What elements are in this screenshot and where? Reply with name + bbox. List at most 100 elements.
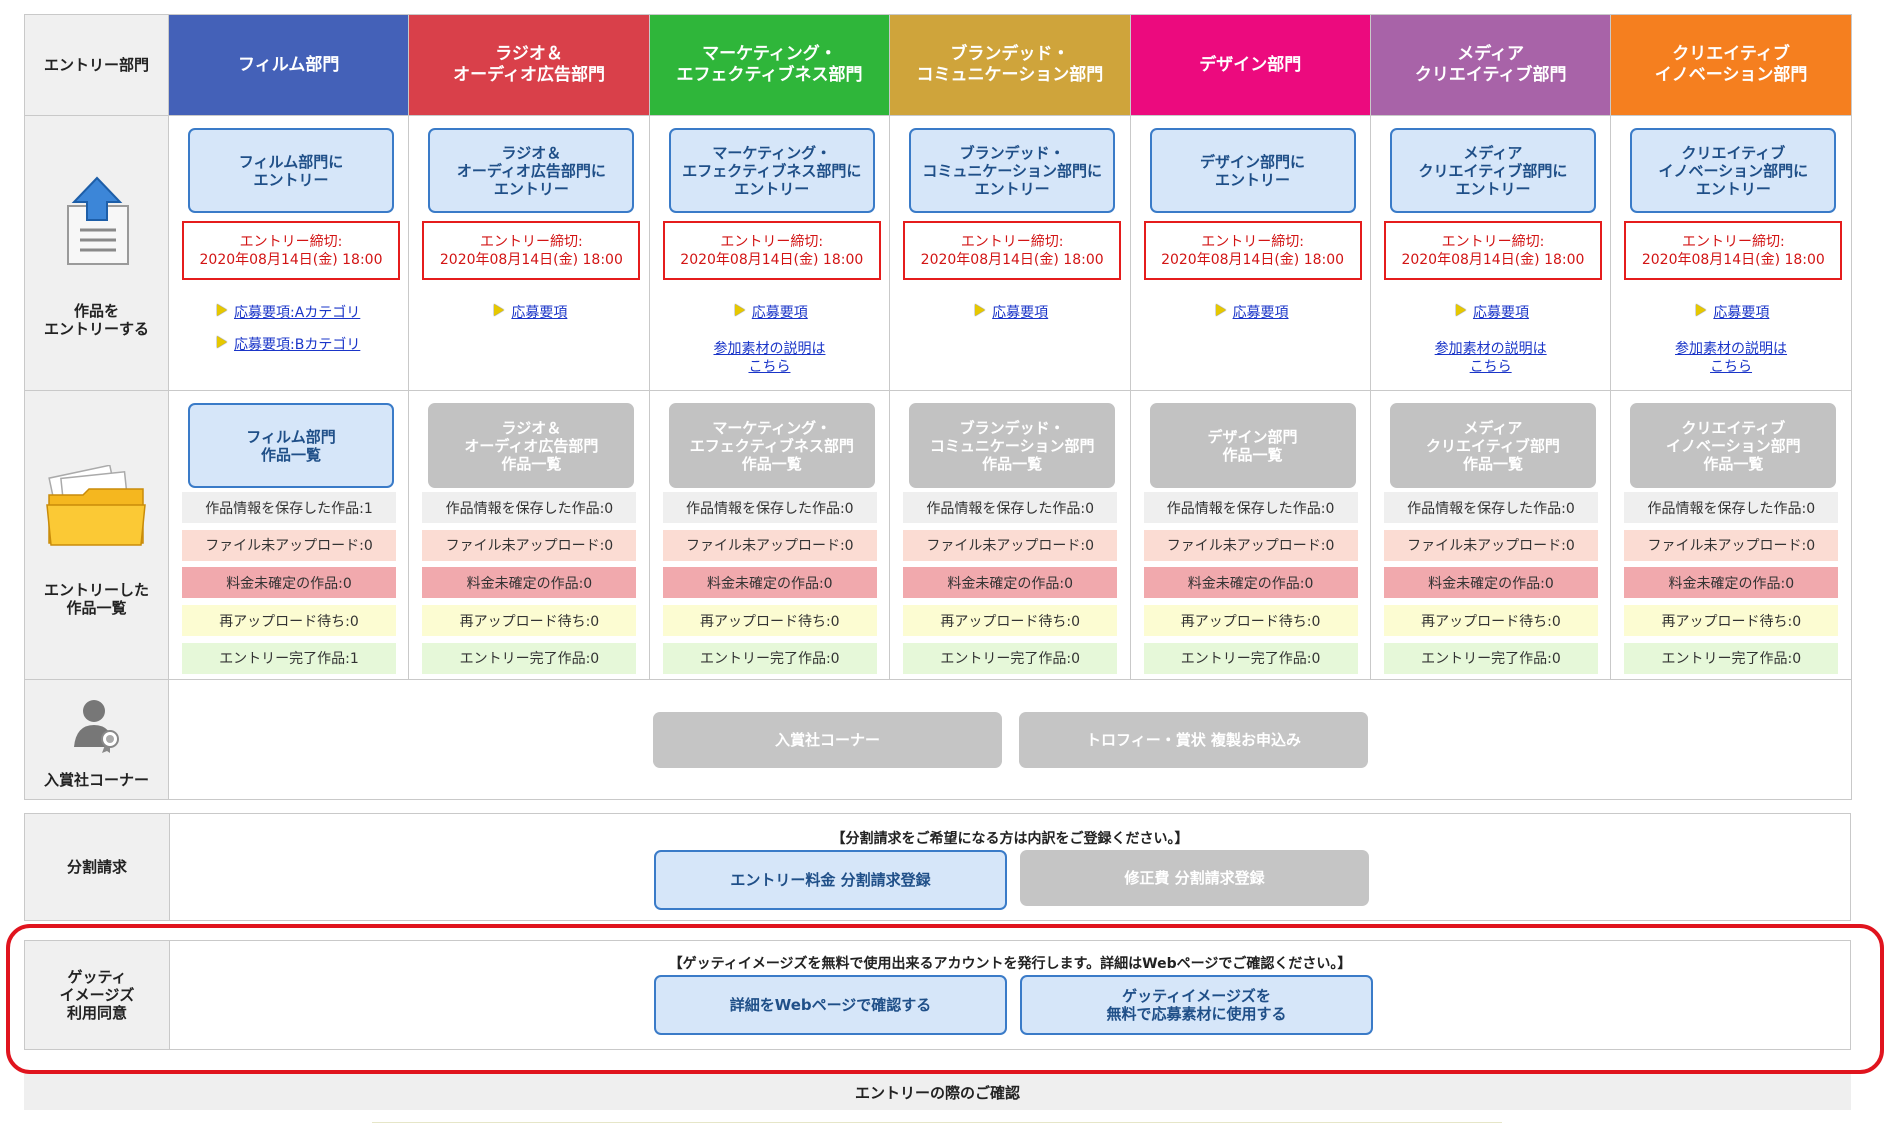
status-radio-audio-4: 再アップロード待ち:0: [422, 605, 637, 637]
deadline-media-creative-line-1: エントリー締切:: [1441, 233, 1545, 250]
work-list-button-creative-innovation[interactable]: クリエイティブ イノベーション部門 作品一覧: [1630, 403, 1837, 488]
guidelines-link-film-1[interactable]: 応募要項:Aカテゴリ: [234, 302, 360, 322]
entry-button-media-creative[interactable]: メディア クリエイティブ部門に エントリー: [1389, 128, 1596, 213]
entry-button-creative-innovation-line-2: イノベーション部門に: [1658, 161, 1809, 180]
status-branded-communication-4: 再アップロード待ち:0: [903, 605, 1118, 637]
category-header-marketing-effectiveness: マーケティング・ エフェクティブネス部門: [649, 15, 891, 116]
status-media-creative-4: 再アップロード待ち:0: [1383, 605, 1598, 637]
award-person-icon: [72, 697, 122, 757]
guidelines-link-creative-innovation-1[interactable]: 応募要項: [1713, 302, 1769, 322]
status-media-creative-2: ファイル未アップロード:0: [1383, 529, 1598, 561]
work-list-radio-audio-line-1: ラジオ＆: [501, 418, 562, 437]
status-film-1: 作品情報を保存した作品:1: [182, 492, 396, 523]
entry-cell-branded-communication: ブランデッド・ コミュニケーション部門に エントリー エントリー締切: 2020年08月…: [890, 116, 1131, 391]
work-list-button-marketing-effectiveness[interactable]: マーケティング・ エフェクティブネス部門 作品一覧: [668, 403, 875, 488]
status-branded-communication-2: ファイル未アップロード:0: [903, 529, 1118, 561]
work-list-button-media-creative[interactable]: メディア クリエイティブ部門 作品一覧: [1389, 403, 1596, 488]
entry-button-radio-audio-line-1: ラジオ＆: [501, 143, 562, 162]
guidelines-link-radio-audio-1[interactable]: 応募要項: [511, 302, 567, 322]
entry-confirmation-bar: エントリーの際のご確認: [24, 1074, 1851, 1110]
guidelines-link-marketing-effectiveness-1[interactable]: 応募要項: [752, 302, 808, 322]
work-list-button-radio-audio[interactable]: ラジオ＆ オーディオ広告部門 作品一覧: [428, 403, 635, 488]
list-cell-radio-audio: ラジオ＆ オーディオ広告部門 作品一覧作品情報を保存した作品:0 ファイル未アップロー…: [409, 391, 650, 680]
status-radio-audio-5: エントリー完了作品:0: [422, 642, 637, 674]
entry-button-film[interactable]: フィルム部門に エントリー: [188, 128, 394, 213]
winners-label-text: 入賞社コーナー: [43, 770, 149, 789]
status-design-5: エントリー完了作品:0: [1143, 642, 1358, 674]
deadline-marketing-effectiveness-line-2: 2020年08月14日(金) 18:00: [680, 251, 864, 268]
entry-deadline-radio-audio: エントリー締切: 2020年08月14日(金) 18:00: [422, 221, 641, 280]
category-header-film-line-1: フィルム部門: [238, 54, 340, 75]
entry-fee-split-billing-button[interactable]: エントリー料金 分割請求登録: [654, 850, 1007, 910]
materials-media-creative-line-2: こちら: [1469, 359, 1512, 375]
materials-creative-innovation-line-1: 参加素材の説明は: [1675, 341, 1788, 357]
getty-use-free-button[interactable]: ゲッティイメージズを 無料で応募素材に使用する: [1020, 975, 1373, 1035]
entry-button-marketing-effectiveness[interactable]: マーケティング・ エフェクティブネス部門に エントリー: [668, 128, 875, 213]
entry-button-radio-audio[interactable]: ラジオ＆ オーディオ広告部門に エントリー: [428, 128, 635, 213]
work-list-film-line-2: 作品一覧: [260, 445, 321, 464]
guidelines-link-branded-communication-1[interactable]: 応募要項: [992, 302, 1048, 322]
work-list-radio-audio-line-3: 作品一覧: [501, 454, 562, 473]
trophy-certificate-copy-button[interactable]: トロフィー・賞状 複製お申込み: [1019, 712, 1368, 768]
getty-use-line2: 無料で応募素材に使用する: [1106, 1005, 1287, 1023]
status-film-5: エントリー完了作品:1: [182, 642, 396, 674]
status-creative-innovation-1: 作品情報を保存した作品:0: [1624, 492, 1839, 523]
status-film-3: 料金未確定の作品:0: [182, 567, 396, 599]
deadline-creative-innovation-line-2: 2020年08月14日(金) 18:00: [1641, 251, 1825, 268]
deadline-design-line-1: エントリー締切:: [1201, 233, 1304, 250]
entry-button-branded-communication[interactable]: ブランデッド・ コミュニケーション部門に エントリー: [909, 128, 1116, 213]
arrow-right-icon: [217, 336, 227, 348]
arrow-right-icon: [1455, 304, 1466, 316]
entry-button-creative-innovation[interactable]: クリエイティブ イノベーション部門に エントリー: [1630, 128, 1837, 213]
guidelines-link-media-creative-1[interactable]: 応募要項: [1473, 302, 1529, 322]
materials-link-media-creative[interactable]: 参加素材の説明は こちら: [1371, 340, 1610, 376]
entry-deadline-creative-innovation: エントリー締切: 2020年08月14日(金) 18:00: [1624, 221, 1843, 280]
entry-button-branded-communication-line-2: コミュニケーション部門に: [922, 161, 1103, 180]
split-billing-section: 分割請求 【分割請求をご希望になる方は内訳をご登録ください。】 エントリー料金 …: [24, 813, 1851, 921]
status-radio-audio-2: ファイル未アップロード:0: [422, 529, 637, 561]
correction-fee-split-billing-button[interactable]: 修正費 分割請求登録: [1020, 850, 1369, 906]
category-header-design: デザイン部門: [1130, 15, 1371, 116]
work-list-creative-innovation-line-3: 作品一覧: [1703, 454, 1764, 473]
work-list-media-creative-line-3: 作品一覧: [1462, 454, 1523, 473]
status-design-3: 料金未確定の作品:0: [1143, 567, 1358, 599]
category-header-radio-audio-line-2: オーディオ広告部門: [453, 65, 605, 85]
entry-button-branded-communication-line-1: ブランデッド・: [959, 143, 1065, 162]
list-cell-creative-innovation: クリエイティブ イノベーション部門 作品一覧作品情報を保存した作品:0 ファイル未アッ…: [1611, 391, 1852, 680]
work-list-branded-communication-line-3: 作品一覧: [982, 454, 1043, 473]
getty-web-details-button[interactable]: 詳細をWebページで確認する: [654, 975, 1007, 1035]
work-list-button-design[interactable]: デザイン部門 作品一覧: [1149, 403, 1356, 488]
work-list-design-line-1: デザイン部門: [1207, 427, 1298, 446]
materials-link-marketing-effectiveness[interactable]: 参加素材の説明は こちら: [650, 340, 889, 376]
work-list-button-branded-communication[interactable]: ブランデッド・ コミュニケーション部門 作品一覧: [909, 403, 1116, 488]
label-entry-category: エントリー部門: [25, 15, 169, 116]
winners-corner-button[interactable]: 入賞社コーナー: [653, 712, 1002, 768]
guidelines-link-film-2[interactable]: 応募要項:Bカテゴリ: [234, 334, 360, 354]
entry-button-radio-audio-line-3: エントリー: [493, 179, 569, 198]
entry-deadline-design: エントリー締切: 2020年08月14日(金) 18:00: [1143, 221, 1362, 280]
entry-button-design[interactable]: デザイン部門に エントリー: [1149, 128, 1356, 213]
status-marketing-effectiveness-5: エントリー完了作品:0: [662, 642, 877, 674]
guidelines-link-design-1[interactable]: 応募要項: [1233, 302, 1289, 322]
category-header-marketing-effectiveness-line-1: マーケティング・: [702, 44, 837, 64]
entry-deadline-film: エントリー締切: 2020年08月14日(金) 18:00: [182, 221, 400, 280]
status-creative-innovation-3: 料金未確定の作品:0: [1624, 567, 1839, 599]
materials-link-creative-innovation[interactable]: 参加素材の説明は こちら: [1611, 340, 1850, 376]
deadline-film-line-2: 2020年08月14日(金) 18:00: [199, 251, 383, 268]
list-cell-film: フィルム部門 作品一覧 作品情報を保存した作品:1 ファイル未アップロード:0 料金未確…: [169, 391, 410, 680]
entry-cell-marketing-effectiveness: マーケティング・ エフェクティブネス部門に エントリー エントリー締切: 2020年08…: [649, 116, 891, 391]
work-list-design-line-2: 作品一覧: [1222, 445, 1283, 464]
status-radio-audio-1: 作品情報を保存した作品:0: [422, 492, 637, 523]
arrow-right-icon: [975, 304, 986, 316]
work-list-button-film[interactable]: フィルム部門 作品一覧: [188, 403, 394, 488]
entry-button-radio-audio-line-2: オーディオ広告部門に: [456, 161, 606, 180]
split-billing-note: 【分割請求をご希望になる方は内訳をご登録ください。】: [831, 831, 1189, 847]
category-header-media-creative-line-1: メディア: [1457, 44, 1525, 64]
entry-work-line2: エントリーする: [43, 320, 149, 338]
category-header-radio-audio-line-1: ラジオ＆: [495, 44, 563, 64]
entry-button-marketing-effectiveness-line-3: エントリー: [734, 179, 810, 198]
getty-label-line2: イメージズ: [59, 986, 135, 1004]
status-creative-innovation-2: ファイル未アップロード:0: [1624, 529, 1839, 561]
list-cell-marketing-effectiveness: マーケティング・ エフェクティブネス部門 作品一覧 作品情報を保存した作品:0 ファイル…: [649, 391, 891, 680]
status-media-creative-1: 作品情報を保存した作品:0: [1383, 492, 1598, 523]
